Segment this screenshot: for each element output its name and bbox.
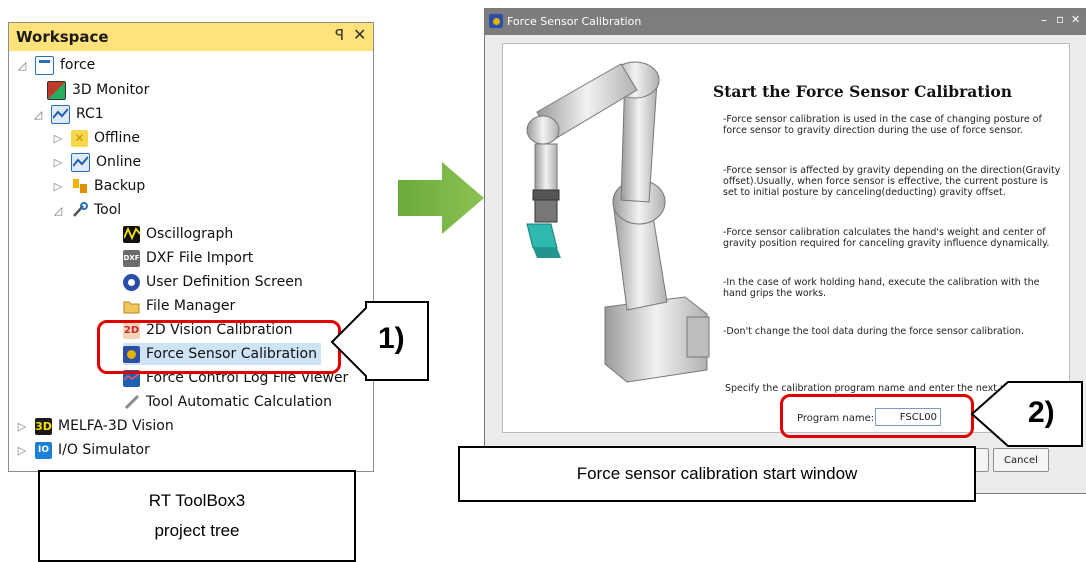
tree-label: I/O Simulator xyxy=(58,442,150,458)
expand-icon[interactable]: ▷ xyxy=(15,444,29,457)
workspace-title: Workspace xyxy=(16,28,109,46)
project-icon xyxy=(35,55,54,75)
user-definition-icon xyxy=(123,273,140,291)
robot-arm-illustration xyxy=(526,61,710,383)
cancel-button[interactable]: Cancel xyxy=(993,448,1049,472)
backup-icon xyxy=(71,178,88,195)
callout-two-arrow xyxy=(970,381,1083,447)
tree-label: File Manager xyxy=(146,298,236,314)
dialog-heading: Start the Force Sensor Calibration xyxy=(713,82,1012,101)
expand-icon[interactable]: ▷ xyxy=(51,132,65,145)
minimize-icon[interactable]: – xyxy=(1041,13,1047,27)
offline-icon: ✕ xyxy=(71,129,88,147)
transition-arrow xyxy=(398,162,484,234)
collapse-icon[interactable]: ◿ xyxy=(51,204,65,217)
expand-icon[interactable]: ▷ xyxy=(51,180,65,193)
tree-label: User Definition Screen xyxy=(146,274,303,290)
force-sensor-icon xyxy=(489,14,503,28)
maximize-icon[interactable]: ▫ xyxy=(1056,12,1064,26)
tree-label: MELFA-3D Vision xyxy=(58,418,174,434)
robot-controller-icon xyxy=(51,104,70,124)
tree-label: Oscillograph xyxy=(146,226,234,242)
tree-item-backup[interactable]: ▷ Backup xyxy=(51,175,146,197)
tree-label: Tool xyxy=(94,202,122,218)
dialog-content: Start the Force Sensor Calibration -Forc… xyxy=(502,43,1070,433)
callout-two-label: 2) xyxy=(1028,396,1055,429)
tree-label: Tool Automatic Calculation xyxy=(146,394,332,410)
tree-label: DXF File Import xyxy=(146,250,254,266)
highlight-program-name xyxy=(780,394,974,438)
paragraph-5: -Don't change the tool data during the f… xyxy=(723,326,1024,337)
tree-item-rc1[interactable]: ◿ RC1 xyxy=(31,103,104,125)
online-icon xyxy=(71,152,90,172)
workspace-header: Workspace ꟼ ✕ xyxy=(9,23,373,51)
tree-item-3d-monitor[interactable]: 3D Monitor xyxy=(47,79,149,101)
tree-item-tool[interactable]: ◿ Tool xyxy=(51,199,121,221)
tree-label: force xyxy=(60,57,96,73)
tree-item-tool-auto-calc[interactable]: Tool Automatic Calculation xyxy=(123,391,332,413)
tree-item-io-simulator[interactable]: ▷ IO I/O Simulator xyxy=(15,439,150,461)
tree-item-oscillograph[interactable]: Oscillograph xyxy=(123,223,233,245)
highlight-tree-item xyxy=(97,320,341,374)
oscillograph-icon xyxy=(123,225,140,243)
paragraph-2: -Force sensor is affected by gravity dep… xyxy=(723,165,1061,198)
tree-label: RC1 xyxy=(76,106,104,122)
tree-item-dxf-import[interactable]: DXF DXF File Import xyxy=(123,247,253,269)
tree-item-file-manager[interactable]: File Manager xyxy=(123,295,235,317)
callout-one-label: 1) xyxy=(378,322,405,355)
tool-icon xyxy=(71,202,88,219)
dialog-title: Force Sensor Calibration xyxy=(507,15,642,28)
close-icon[interactable]: ✕ xyxy=(1071,13,1080,26)
tree-label: Offline xyxy=(94,130,140,146)
tree-label: Online xyxy=(96,154,142,170)
folder-icon xyxy=(123,298,140,315)
caption-project-tree: RT ToolBox3 project tree xyxy=(38,470,356,562)
monitor-3d-icon xyxy=(47,80,66,100)
tree-item-offline[interactable]: ▷ ✕ Offline xyxy=(51,127,140,149)
paragraph-1: -Force sensor calibration is used in the… xyxy=(723,114,1042,136)
tree-label: Backup xyxy=(94,178,146,194)
tree-item-online[interactable]: ▷ Online xyxy=(51,151,141,173)
tree-item-user-definition[interactable]: User Definition Screen xyxy=(123,271,303,293)
io-simulator-icon: IO xyxy=(35,441,52,459)
expand-icon[interactable]: ▷ xyxy=(15,420,29,433)
melfa-3d-icon: 3D xyxy=(35,417,52,435)
tree-label: 3D Monitor xyxy=(72,82,150,98)
dxf-icon: DXF xyxy=(123,249,140,267)
expand-icon[interactable]: ▷ xyxy=(51,156,65,169)
paragraph-3: -Force sensor calibration calculates the… xyxy=(723,227,1050,249)
tree-item-melfa-3d-vision[interactable]: ▷ 3D MELFA-3D Vision xyxy=(15,415,174,437)
dialog-titlebar: Force Sensor Calibration – ▫ ✕ xyxy=(485,9,1086,35)
paragraph-4: -In the case of work holding hand, execu… xyxy=(723,277,1040,299)
close-icon[interactable]: ✕ xyxy=(353,25,366,44)
pin-icon[interactable]: ꟼ xyxy=(335,26,344,44)
tree-item-force[interactable]: ◿ force xyxy=(15,54,95,76)
caption-start-window: Force sensor calibration start window xyxy=(458,446,976,502)
collapse-icon[interactable]: ◿ xyxy=(15,59,29,72)
collapse-icon[interactable]: ◿ xyxy=(31,108,45,121)
workspace-panel: Workspace ꟼ ✕ ◿ force 3D Monitor ◿ RC1 ▷… xyxy=(8,22,374,472)
caption-line-1: RT ToolBox3 xyxy=(148,491,246,510)
tool-calc-icon xyxy=(123,394,140,411)
caption-line-2: project tree xyxy=(154,521,240,540)
